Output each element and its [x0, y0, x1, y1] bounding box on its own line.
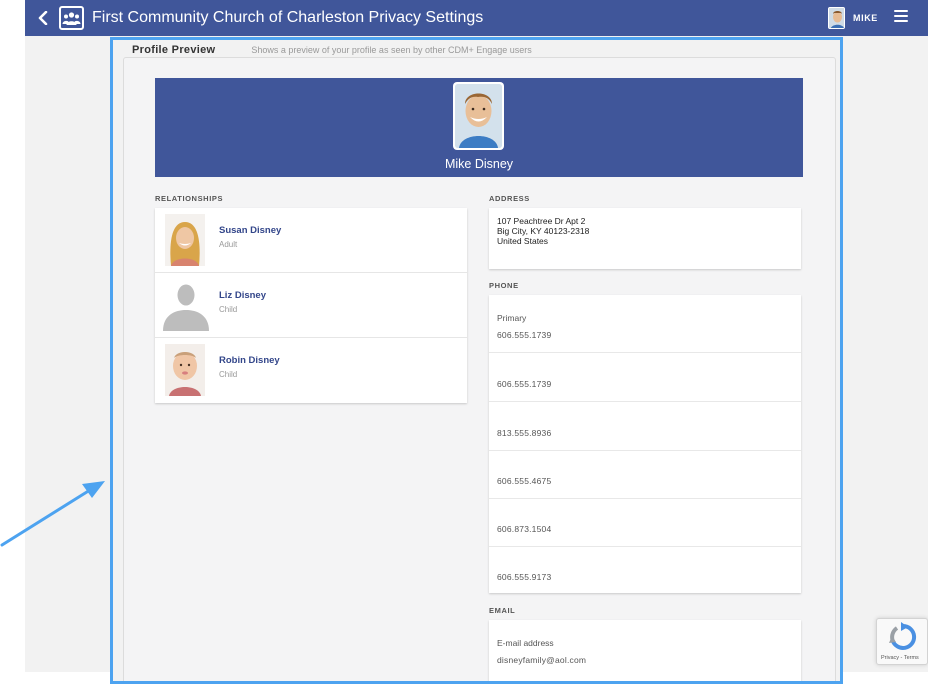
address-card: 107 Peachtree Dr Apt 2 Big City, KY 4012… [489, 208, 801, 269]
relationship-item[interactable]: Susan Disney Adult [155, 208, 467, 273]
person-silhouette-icon [163, 284, 209, 331]
phone-item[interactable]: Primary 606.555.1739 [489, 295, 801, 353]
annotation-arrow [0, 481, 105, 547]
relationship-photo [165, 214, 205, 266]
back-button[interactable] [33, 7, 53, 29]
relationships-card: Susan Disney Adult Liz Disney Child Robi… [155, 208, 467, 403]
hamburger-menu-icon [894, 10, 908, 12]
recaptcha-badge[interactable]: Privacy - Terms [876, 618, 928, 665]
woman-photo-icon [165, 214, 205, 266]
relationships-label: RELATIONSHIPS [155, 194, 224, 203]
profile-photo-icon [455, 84, 502, 148]
recaptcha-links[interactable]: Privacy - Terms [881, 655, 919, 661]
phone-item[interactable]: 606.555.9173 [489, 547, 801, 593]
relationship-item[interactable]: Robin Disney Child [155, 338, 467, 403]
email-label: EMAIL [489, 606, 516, 615]
address-line: Big City, KY 40123-2318 [497, 226, 590, 236]
email-item[interactable]: E-mail address disneyfamily@aol.com [489, 620, 801, 680]
phone-number[interactable]: 606.555.4675 [497, 476, 551, 486]
phone-number[interactable]: 606.555.9173 [497, 572, 551, 582]
phone-number[interactable]: 606.555.1739 [497, 330, 551, 340]
user-photo-icon [829, 8, 844, 28]
baby-photo-icon [165, 344, 205, 396]
address-line: United States [497, 236, 549, 246]
app-logo[interactable] [59, 6, 84, 30]
email-type: E-mail address [497, 638, 554, 648]
panel-title: Profile Preview [132, 44, 216, 56]
phone-card: Primary 606.555.1739 606.555.1739 813.55… [489, 295, 801, 593]
address-label: ADDRESS [489, 194, 530, 203]
profile-preview-panel: Profile Preview Shows a preview of your … [110, 37, 843, 684]
profile-photo [453, 82, 504, 150]
app-header: First Community Church of Charleston Pri… [25, 0, 928, 36]
people-group-icon [62, 11, 81, 25]
chevron-left-icon [38, 11, 48, 25]
recaptcha-icon [889, 622, 917, 650]
relationship-name[interactable]: Liz Disney [219, 290, 266, 301]
relationship-role: Adult [219, 240, 238, 249]
address-line: 107 Peachtree Dr Apt 2 [497, 216, 586, 226]
relationship-role: Child [219, 305, 238, 314]
profile-banner: Mike Disney [155, 78, 803, 177]
relationship-name[interactable]: Susan Disney [219, 225, 281, 236]
relationship-photo [165, 344, 205, 396]
phone-number[interactable]: 606.873.1504 [497, 524, 551, 534]
relationship-item[interactable]: Liz Disney Child [155, 273, 467, 338]
profile-name: Mike Disney [444, 157, 514, 171]
phone-number[interactable]: 813.555.8936 [497, 428, 551, 438]
user-avatar[interactable] [828, 7, 845, 29]
address-text: 107 Peachtree Dr Apt 2 Big City, KY 4012… [497, 216, 589, 246]
phone-item[interactable]: 813.555.8936 [489, 402, 801, 451]
phone-item[interactable]: 606.555.4675 [489, 451, 801, 499]
relationship-name[interactable]: Robin Disney [219, 355, 280, 366]
user-name[interactable]: MIKE [853, 13, 878, 23]
phone-number[interactable]: 606.555.1739 [497, 379, 551, 389]
profile-card: Mike Disney RELATIONSHIPS Susan Disney A… [123, 57, 836, 681]
relationship-role: Child [219, 370, 238, 379]
page-title: First Community Church of Charleston Pri… [92, 9, 484, 26]
phone-item[interactable]: 606.555.1739 [489, 353, 801, 402]
email-address[interactable]: disneyfamily@aol.com [497, 655, 586, 665]
phone-type: Primary [497, 313, 527, 323]
panel-subtitle: Shows a preview of your profile as seen … [251, 45, 532, 55]
phone-item[interactable]: 606.873.1504 [489, 499, 801, 547]
menu-button[interactable] [894, 10, 908, 26]
relationship-photo [161, 279, 211, 331]
email-card: E-mail address disneyfamily@aol.com [489, 620, 801, 681]
phone-label: PHONE [489, 281, 519, 290]
